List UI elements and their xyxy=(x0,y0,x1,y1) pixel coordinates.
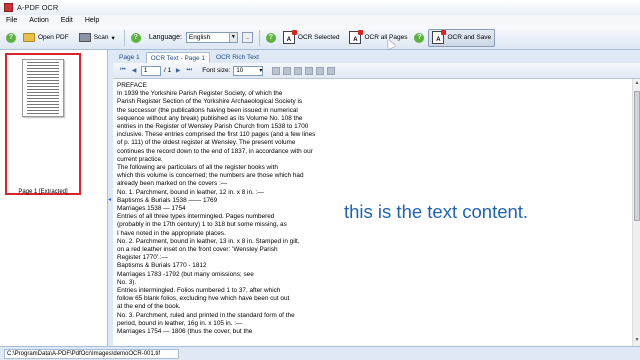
status-bar: C:\ProgramData\A-PDF\PdfOcr\Images\demoO… xyxy=(0,346,640,360)
copy-icon[interactable] xyxy=(294,66,303,75)
thumbnail-label: Page 1 [Extracted] xyxy=(18,189,68,195)
last-page-icon[interactable]: ⏭ xyxy=(185,67,193,75)
cut-icon[interactable] xyxy=(283,66,292,75)
chevron-down-icon: ▼ xyxy=(228,33,237,42)
scrollbar-thumb[interactable] xyxy=(634,91,640,221)
ocr-and-save-button[interactable]: A OCR and Save xyxy=(428,28,496,47)
vertical-scrollbar[interactable]: ▲ ▼ xyxy=(632,79,640,346)
menu-file[interactable]: File xyxy=(4,17,19,24)
app-icon xyxy=(4,3,13,12)
scan-button[interactable]: Scan ▾ xyxy=(76,29,118,47)
title-bar: A-PDF OCR xyxy=(0,0,640,15)
ocr-icon: A xyxy=(282,30,297,44)
ocr-all-pages-button[interactable]: A OCR all Pages xyxy=(346,29,410,47)
language-more-button[interactable]: ... xyxy=(241,32,253,43)
language-value: English xyxy=(188,34,211,41)
prev-page-icon[interactable]: ◀ xyxy=(130,67,138,75)
stop-icon[interactable] xyxy=(272,66,281,75)
help-icon[interactable]: ? xyxy=(414,32,425,43)
tab-ocr-rich-text[interactable]: OCR Rich Text xyxy=(212,52,263,63)
first-page-icon[interactable]: ⏮ xyxy=(119,67,127,75)
folder-icon xyxy=(23,33,35,42)
page-preview xyxy=(22,59,64,117)
save-icon[interactable] xyxy=(327,66,336,75)
menu-edit[interactable]: Edit xyxy=(59,17,75,24)
font-size-value: 10 xyxy=(236,67,244,74)
page-thumbnail[interactable]: Page 1 [Extracted] xyxy=(5,53,81,195)
tab-ocr-text[interactable]: OCR Text - Page 1 xyxy=(145,52,211,63)
ocr-and-save-label: OCR and Save xyxy=(447,34,492,41)
help-icon[interactable]: ? xyxy=(130,32,141,43)
toolbar-separator xyxy=(123,29,125,46)
tab-strip: Page 1 OCR Text - Page 1 OCR Rich Text xyxy=(113,50,640,63)
thumbnail-panel: Page 1 [Extracted] xyxy=(0,50,108,346)
language-label: Language: xyxy=(148,34,182,41)
chevron-down-icon: ▾ xyxy=(259,68,263,74)
content-pane: Page 1 OCR Text - Page 1 OCR Rich Text ⏮… xyxy=(113,50,640,346)
menu-help[interactable]: Help xyxy=(83,17,101,24)
toolbar-separator xyxy=(258,29,260,46)
caption-overlay: this is the text content. xyxy=(344,201,529,222)
scroll-up-icon[interactable]: ▲ xyxy=(634,80,640,88)
page-number-input[interactable]: 1 xyxy=(141,65,161,76)
ocr-icon: A xyxy=(349,30,364,44)
page-total: / 1 xyxy=(164,67,172,74)
paste-icon[interactable] xyxy=(305,66,314,75)
undo-icon[interactable] xyxy=(316,66,325,75)
page-nav-bar: ⏮ ◀ 1 / 1 ▶ ⏭ Font size: 10 ▾ xyxy=(113,63,640,79)
scanner-icon xyxy=(78,33,91,42)
tab-page-1[interactable]: Page 1 xyxy=(115,52,144,63)
menu-action[interactable]: Action xyxy=(27,17,50,24)
ocr-icon: A xyxy=(432,30,447,44)
menu-bar: File Action Edit Help xyxy=(0,15,640,26)
chevron-down-icon: ▾ xyxy=(111,34,115,42)
open-pdf-button[interactable]: Open PDF xyxy=(20,29,72,47)
toolbar: ? Open PDF Scan ▾ ? Language: English ▼ … xyxy=(0,26,640,50)
file-path: C:\ProgramData\A-PDF\PdfOcr\Images\demoO… xyxy=(4,348,179,359)
ocr-selected-button[interactable]: A OCR Selected xyxy=(280,29,343,47)
help-icon[interactable]: ? xyxy=(265,32,276,43)
help-icon[interactable]: ? xyxy=(6,32,16,43)
next-page-icon[interactable]: ▶ xyxy=(174,67,182,75)
scan-label: Scan xyxy=(93,34,109,41)
open-pdf-label: Open PDF xyxy=(38,34,69,41)
font-size-label: Font size: xyxy=(202,67,231,74)
language-select[interactable]: English ▼ xyxy=(185,32,238,43)
font-size-select[interactable]: 10 ▾ xyxy=(233,65,264,76)
collapse-arrow-icon[interactable]: ◂ xyxy=(108,196,111,203)
ocr-selected-label: OCR Selected xyxy=(297,34,340,41)
window-title: A-PDF OCR xyxy=(17,3,59,12)
scroll-down-icon[interactable]: ▼ xyxy=(634,337,640,345)
